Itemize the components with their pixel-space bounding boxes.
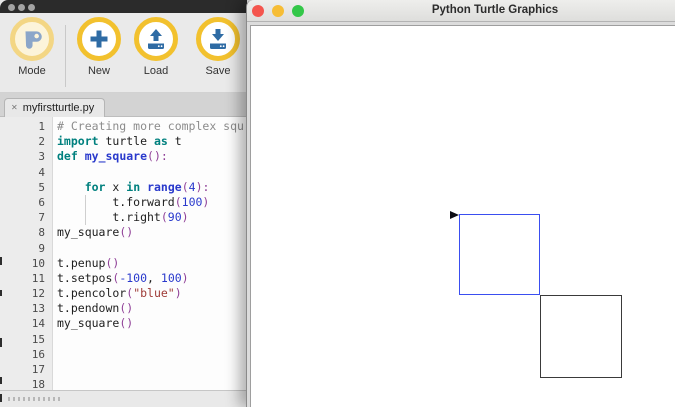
line-number: 13 [0, 301, 52, 316]
tab-close-icon[interactable]: ✕ [11, 104, 18, 112]
minimize-window-icon[interactable] [18, 4, 25, 11]
line-number: 15 [0, 332, 52, 347]
code-line [57, 347, 247, 362]
turtle-cursor-icon [450, 211, 459, 219]
download-icon [196, 17, 240, 61]
line-number: 17 [0, 362, 52, 377]
code-line [57, 165, 247, 180]
code-line [57, 362, 247, 377]
mode-icon [10, 17, 54, 61]
load-button-label: Load [126, 65, 186, 77]
tab-bar: ✕ myfirstturtle.py [0, 93, 247, 117]
zoom-window-icon[interactable] [292, 5, 304, 17]
screen-edge-artifact [0, 377, 2, 384]
code-line: t.pencolor("blue") [57, 286, 247, 301]
new-button-label: New [69, 65, 129, 77]
line-number: 8 [0, 225, 52, 240]
save-button-label: Save [188, 65, 247, 77]
code-lines: # Creating more complex squimport turtle… [57, 117, 247, 390]
screen-edge-artifact [0, 257, 2, 265]
line-number: 12 [0, 286, 52, 301]
turtle-graphics-window: Python Turtle Graphics [246, 0, 675, 407]
screen: Mode New Load [0, 0, 675, 407]
code-line: t.pendown() [57, 301, 247, 316]
close-window-icon[interactable] [252, 5, 264, 17]
line-number: 9 [0, 241, 52, 256]
status-bar [0, 390, 247, 407]
save-button[interactable]: Save [188, 17, 247, 77]
status-text-clipped [8, 397, 60, 401]
toolbar-separator [65, 25, 66, 87]
mode-button-label: Mode [2, 65, 62, 77]
gutter: 123456789101112131415161718 [0, 117, 53, 390]
mode-button[interactable]: Mode [2, 17, 62, 77]
tab-label: myfirstturtle.py [23, 102, 95, 114]
code-line: t.penup() [57, 256, 247, 271]
line-number: 14 [0, 316, 52, 331]
code-line: my_square() [57, 316, 247, 331]
line-number: 6 [0, 195, 52, 210]
mu-titlebar[interactable] [0, 0, 247, 13]
screen-edge-artifact [0, 394, 2, 402]
code-line: # Creating more complex squ [57, 119, 247, 134]
code-line [57, 332, 247, 347]
line-number: 7 [0, 210, 52, 225]
window-title: Python Turtle Graphics [432, 4, 558, 16]
close-window-icon[interactable] [8, 4, 15, 11]
code-line: import turtle as t [57, 134, 247, 149]
zoom-window-icon[interactable] [28, 4, 35, 11]
turtle-canvas [250, 25, 675, 407]
upload-icon [134, 17, 178, 61]
line-number: 18 [0, 377, 52, 390]
mu-editor-window: Mode New Load [0, 0, 247, 407]
black-square [540, 295, 622, 378]
code-line: my_square() [57, 225, 247, 240]
line-number: 10 [0, 256, 52, 271]
turtle-titlebar[interactable]: Python Turtle Graphics [247, 0, 675, 22]
plus-icon [77, 17, 121, 61]
screen-edge-artifact [0, 290, 2, 296]
code-line: for x in range(4): [57, 180, 247, 195]
line-number: 5 [0, 180, 52, 195]
code-line [57, 377, 247, 390]
line-number: 1 [0, 119, 52, 134]
code-editor[interactable]: 123456789101112131415161718 # Creating m… [0, 117, 247, 390]
indent-guide [85, 195, 86, 225]
line-number: 3 [0, 149, 52, 164]
line-number: 11 [0, 271, 52, 286]
screen-edge-artifact [0, 338, 2, 347]
code-line [57, 241, 247, 256]
load-button[interactable]: Load [126, 17, 186, 77]
blue-square [459, 214, 540, 295]
line-number: 4 [0, 165, 52, 180]
line-number: 2 [0, 134, 52, 149]
new-button[interactable]: New [69, 17, 129, 77]
code-line: def my_square(): [57, 149, 247, 164]
code-line: t.setpos(-100, 100) [57, 271, 247, 286]
mu-toolbar: Mode New Load [0, 13, 247, 93]
minimize-window-icon[interactable] [272, 5, 284, 17]
line-number: 16 [0, 347, 52, 362]
tab-myfirstturtle[interactable]: ✕ myfirstturtle.py [4, 98, 105, 117]
